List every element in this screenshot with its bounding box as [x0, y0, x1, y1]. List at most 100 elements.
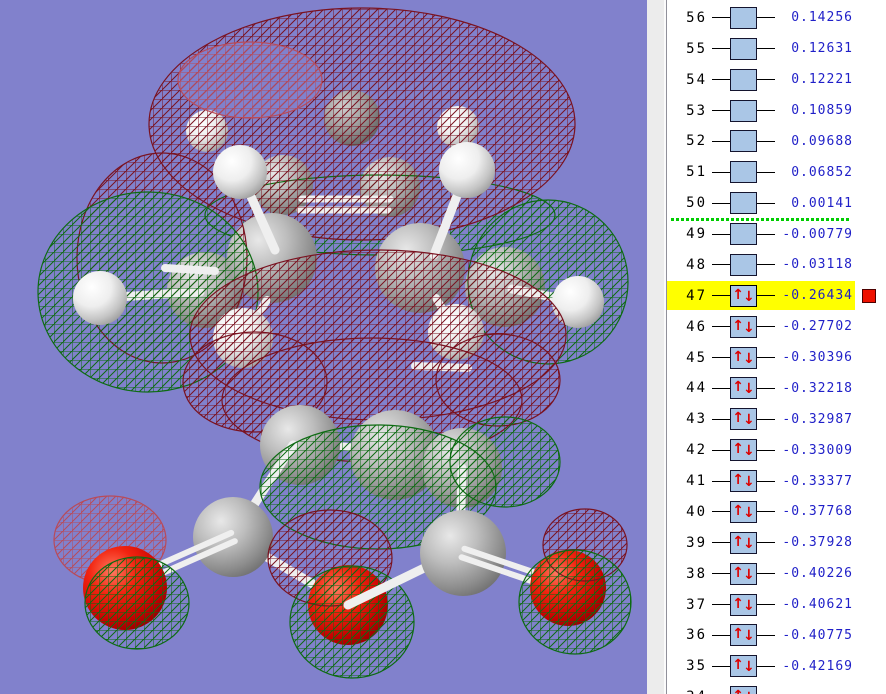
spin-down-arrow-icon: ↓: [743, 474, 755, 491]
orbital-row[interactable]: 47 ↑ ↓ -0.26434: [667, 280, 886, 311]
orbital-row-band: 36 ↑ ↓ -0.40775: [667, 621, 855, 650]
orbital-occupancy-box[interactable]: ↑↓: [730, 655, 757, 678]
level-line-right: [757, 79, 775, 81]
orbital-row[interactable]: 54 0.12221: [667, 64, 886, 95]
level-line-right: [757, 326, 775, 328]
orbital-occupancy-box[interactable]: ↑↓: [730, 439, 757, 462]
orbital-row[interactable]: 43 ↑ ↓ -0.32987: [667, 404, 886, 435]
splitter-handle[interactable]: [647, 0, 667, 694]
orbital-occupancy-box[interactable]: ↑↓: [730, 470, 757, 493]
orbital-number: 50: [686, 195, 707, 212]
orbital-energy-value: -0.32218: [782, 380, 853, 396]
atom-hydrogen[interactable]: [213, 145, 267, 199]
orbital-row[interactable]: 48 -0.03118: [667, 250, 886, 281]
orbital-occupancy-box[interactable]: ↑↓: [730, 284, 757, 307]
orbital-row[interactable]: 34 ↑↓: [667, 682, 886, 694]
selected-orbital-marker[interactable]: [862, 288, 876, 303]
orbital-row[interactable]: 51 0.06852: [667, 157, 886, 188]
level-line-right: [757, 573, 775, 575]
molecule-render: [0, 0, 647, 694]
orbital-occupancy-box[interactable]: ↑↓: [730, 315, 757, 338]
orbital-energy-value: 0.09688: [791, 133, 853, 149]
orbital-row[interactable]: 39 ↑ ↓ -0.37928: [667, 527, 886, 558]
orbital-occupancy-box[interactable]: ↑↓: [730, 346, 757, 369]
level-line-right: [757, 665, 775, 667]
atom-carbon[interactable]: [193, 497, 273, 577]
orbital-occupancy-box[interactable]: [730, 161, 757, 184]
level-line-left: [712, 387, 730, 389]
orbital-energy-value: 0.10859: [791, 103, 853, 119]
orbital-row-band: 54 0.12221: [667, 65, 855, 94]
level-line-left: [712, 233, 730, 235]
orbital-lobe-negative: [449, 416, 561, 508]
orbital-row[interactable]: 37 ↑ ↓ -0.40621: [667, 589, 886, 620]
atom-hydrogen[interactable]: [439, 142, 495, 198]
orbital-occupancy-box[interactable]: ↑↓: [730, 408, 757, 431]
orbital-row[interactable]: 36 ↑ ↓ -0.40775: [667, 620, 886, 651]
level-line-left: [712, 511, 730, 513]
mo-viewer-window: 56 0.14256 55 0.12631 54 0.12221 53 0.10859 52 0.…: [0, 0, 886, 694]
orbital-row[interactable]: 35 ↑ ↓ -0.42169: [667, 651, 886, 682]
orbital-occupancy-box[interactable]: [730, 130, 757, 153]
orbital-row[interactable]: 44 ↑ ↓ -0.32218: [667, 373, 886, 404]
orbital-row[interactable]: 45 ↑ ↓ -0.30396: [667, 342, 886, 373]
level-line-right: [757, 357, 775, 359]
orbital-occupancy-box[interactable]: ↑↓: [730, 531, 757, 554]
orbital-row[interactable]: 55 0.12631: [667, 33, 886, 64]
orbital-occupancy-box[interactable]: ↑↓: [730, 624, 757, 647]
orbital-energy-value: -0.42169: [782, 658, 853, 674]
level-line-left: [712, 171, 730, 173]
orbital-energy-value: -0.00779: [782, 226, 853, 242]
orbital-row[interactable]: 40 ↑ ↓ -0.37768: [667, 497, 886, 528]
orbital-row[interactable]: 53 0.10859: [667, 95, 886, 126]
level-line-right: [757, 110, 775, 112]
orbital-occupancy-box[interactable]: ↑↓: [730, 686, 757, 694]
orbital-occupancy-box[interactable]: [730, 253, 757, 276]
orbital-occupancy-box[interactable]: [730, 192, 757, 215]
orbital-number: 40: [686, 503, 707, 520]
spin-down-arrow-icon: ↓: [743, 288, 755, 305]
orbital-occupancy-box[interactable]: [730, 223, 757, 246]
level-line-left: [712, 17, 730, 19]
orbital-row-band: 52 0.09688: [667, 127, 855, 156]
orbital-occupancy-box[interactable]: ↑↓: [730, 593, 757, 616]
level-line-right: [757, 449, 775, 451]
orbital-number: 45: [686, 349, 707, 366]
orbital-occupancy-box[interactable]: [730, 6, 757, 29]
orbital-row-band: 45 ↑ ↓ -0.30396: [667, 343, 855, 372]
bond[interactable]: [161, 264, 219, 275]
orbital-occupancy-box[interactable]: [730, 37, 757, 60]
level-line-right: [757, 202, 775, 204]
orbital-row[interactable]: 41 ↑ ↓ -0.33377: [667, 466, 886, 497]
orbital-energy-value: 0.12631: [791, 41, 853, 57]
orbital-occupancy-box[interactable]: [730, 99, 757, 122]
orbital-number: 34: [672, 689, 707, 694]
orbital-occupancy-box[interactable]: ↑↓: [730, 562, 757, 585]
level-line-left: [712, 665, 730, 667]
spin-down-arrow-icon: ↓: [743, 504, 755, 521]
mo-energy-panel: 56 0.14256 55 0.12631 54 0.12221 53 0.10859 52 0.…: [667, 0, 886, 694]
level-line-left: [712, 604, 730, 606]
orbital-row[interactable]: 52 0.09688: [667, 126, 886, 157]
orbital-row[interactable]: 46 ↑ ↓ -0.27702: [667, 311, 886, 342]
orbital-number: 54: [686, 71, 707, 88]
orbital-row[interactable]: 50 0.00141: [667, 188, 886, 219]
spin-down-arrow-icon: ↓: [743, 350, 755, 367]
level-line-right: [757, 387, 775, 389]
orbital-row[interactable]: 49 -0.00779: [667, 219, 886, 250]
orbital-occupancy-box[interactable]: [730, 68, 757, 91]
level-line-right: [757, 542, 775, 544]
orbital-occupancy-box[interactable]: ↑↓: [730, 500, 757, 523]
orbital-row-band: 53 0.10859: [667, 96, 855, 125]
orbital-occupancy-box[interactable]: ↑↓: [730, 377, 757, 400]
orbital-row[interactable]: 42 ↑ ↓ -0.33009: [667, 435, 886, 466]
orbital-number: 43: [686, 411, 707, 428]
orbital-row[interactable]: 38 ↑ ↓ -0.40226: [667, 558, 886, 589]
orbital-energy-value: -0.33377: [782, 473, 853, 489]
level-line-left: [712, 449, 730, 451]
atom-hydrogen[interactable]: [73, 271, 127, 325]
atom-carbon[interactable]: [420, 510, 506, 596]
molecule-viewport[interactable]: [0, 0, 647, 694]
level-line-left: [712, 573, 730, 575]
orbital-row[interactable]: 56 0.14256: [667, 3, 886, 34]
